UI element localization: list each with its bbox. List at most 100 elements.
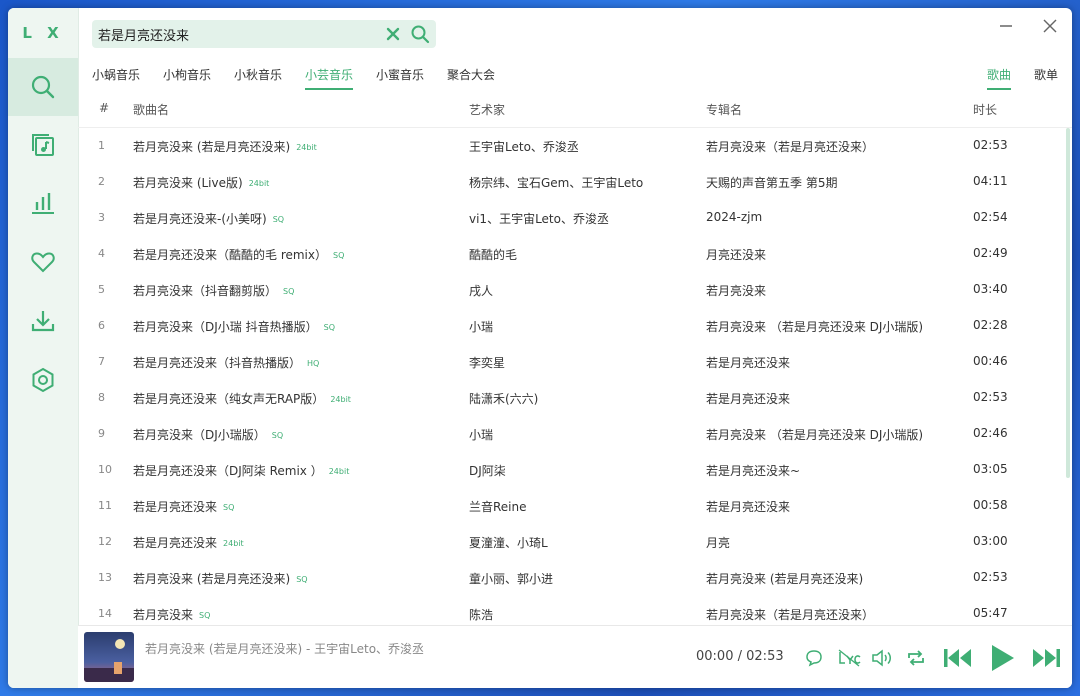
song-row[interactable]: 11 若是月亮还没来 SQ 兰音Reine 若是月亮还没来 00:58 xyxy=(78,488,1064,524)
heart-icon xyxy=(31,252,55,273)
song-album: 月亮还没来 xyxy=(706,248,767,262)
quality-badge: SQ xyxy=(199,611,211,620)
song-album: 若是月亮还没来 xyxy=(706,500,791,514)
search-icon xyxy=(31,75,55,99)
song-list: 1 若月亮没来 (若是月亮还没来) 24bit 王宇宙Leto、乔浚丞 若月亮没来（若是… xyxy=(78,128,1064,625)
quality-badge: SQ xyxy=(323,323,335,332)
source-tab[interactable]: 小枸音乐 xyxy=(163,66,211,88)
song-row[interactable]: 1 若月亮没来 (若是月亮还没来) 24bit 王宇宙Leto、乔浚丞 若月亮没来（若是… xyxy=(78,128,1064,164)
song-index: 5 xyxy=(98,283,105,296)
song-duration: 02:53 xyxy=(973,390,1008,404)
close-button[interactable] xyxy=(1036,12,1064,40)
song-artist: 小瑞 xyxy=(469,428,494,442)
song-duration: 03:05 xyxy=(973,462,1008,476)
song-album: 2024-zjm xyxy=(706,210,763,224)
song-row[interactable]: 13 若月亮没来 (若是月亮还没来) SQ 童小丽、郭小进 若月亮没来 (若是月亮还没来… xyxy=(78,560,1064,596)
song-row[interactable]: 14 若月亮没来 SQ 陈浩 若月亮没来（若是月亮还没来） 05:47 xyxy=(78,596,1064,625)
song-name-cell: 若是月亮还没来（酷酷的毛 remix） SQ xyxy=(133,246,344,263)
album-cover[interactable] xyxy=(84,632,134,682)
volume-icon xyxy=(872,649,891,667)
song-index: 11 xyxy=(98,499,112,512)
song-name-cell: 若月亮没来（抖音翻剪版） SQ xyxy=(133,282,294,299)
nav-download[interactable] xyxy=(8,292,78,350)
previous-button[interactable] xyxy=(942,644,974,672)
song-index: 9 xyxy=(98,427,105,440)
clear-icon[interactable] xyxy=(384,25,402,43)
current-time: 00:00 xyxy=(696,649,734,664)
quality-badge: SQ xyxy=(223,503,235,512)
song-row[interactable]: 7 若是月亮还没来（抖音热播版） HQ 李奕星 若是月亮还没来 00:46 xyxy=(78,344,1064,380)
column-header-duration: 时长 xyxy=(973,103,998,117)
song-duration: 02:46 xyxy=(973,426,1008,440)
music-list-icon xyxy=(32,134,54,156)
search-box xyxy=(92,20,436,48)
app-logo: L X xyxy=(22,24,64,42)
song-duration: 02:54 xyxy=(973,210,1008,224)
song-row[interactable]: 9 若月亮没来（DJ小瑞版） SQ 小瑞 若月亮没来 （若是月亮还没来 DJ小瑞版) 02… xyxy=(78,416,1064,452)
nav-favorites[interactable] xyxy=(8,233,78,291)
song-duration: 00:46 xyxy=(973,354,1008,368)
song-row[interactable]: 10 若是月亮还没来（DJ阿柒 Remix ） 24bit DJ阿柒 若是月亮还没来~ 0… xyxy=(78,452,1064,488)
quality-badge: 24bit xyxy=(248,179,270,188)
song-duration: 05:47 xyxy=(973,606,1008,620)
volume-button[interactable] xyxy=(870,646,894,670)
type-tab-songs[interactable]: 歌曲 xyxy=(987,66,1012,90)
column-header-num: # xyxy=(99,101,110,115)
song-row[interactable]: 5 若月亮没来（抖音翻剪版） SQ 戌人 若月亮没来 03:40 xyxy=(78,272,1064,308)
minimize-button[interactable] xyxy=(992,12,1020,40)
song-name: 若是月亮还没来 xyxy=(133,536,218,550)
song-name: 若是月亮还没来 xyxy=(133,500,218,514)
song-row[interactable]: 6 若月亮没来（DJ小瑞 抖音热播版） SQ 小瑞 若月亮没来 （若是月亮还没来 DJ小… xyxy=(78,308,1064,344)
song-name: 若月亮没来 (Live版) xyxy=(133,176,243,190)
sidebar: L X xyxy=(8,8,79,688)
song-name: 若是月亮还没来（纯女声无RAP版） xyxy=(133,392,325,406)
lyric-toggle-button[interactable] xyxy=(836,646,862,670)
song-row[interactable]: 12 若是月亮还没来 24bit 夏潼潼、小琦L 月亮 03:00 xyxy=(78,524,1064,560)
song-name: 若月亮没来（DJ小瑞 抖音热播版） xyxy=(133,320,318,334)
scrollbar[interactable] xyxy=(1066,128,1070,478)
album-cover-art xyxy=(84,632,134,682)
play-button[interactable] xyxy=(986,642,1018,674)
song-name-cell: 若月亮没来（DJ小瑞版） SQ xyxy=(133,426,283,443)
nav-song-list[interactable] xyxy=(8,116,78,174)
download-icon xyxy=(31,311,55,332)
song-row[interactable]: 8 若是月亮还没来（纯女声无RAP版） 24bit 陆潇禾(六六) 若是月亮还没来 02:… xyxy=(78,380,1064,416)
type-tab-playlists[interactable]: 歌单 xyxy=(1034,66,1058,88)
song-duration: 00:58 xyxy=(973,498,1008,512)
player-bar: 若月亮没来 (若是月亮还没来) - 王宇宙Leto、乔浚丞 00:00 / 02… xyxy=(78,625,1072,688)
comment-button[interactable] xyxy=(802,646,826,670)
column-header-album: 专辑名 xyxy=(706,103,743,117)
source-tab[interactable]: 小秋音乐 xyxy=(234,66,282,88)
nav-search[interactable] xyxy=(8,58,78,116)
source-tab[interactable]: 小蜜音乐 xyxy=(376,66,424,88)
song-artist: 李奕星 xyxy=(469,356,506,370)
next-button[interactable] xyxy=(1030,644,1062,672)
song-row[interactable]: 3 若是月亮还没来-(小美呀) SQ vi1、王宇宙Leto、乔浚丞 2024-zjm 0… xyxy=(78,200,1064,236)
source-tab-active[interactable]: 小芸音乐 xyxy=(305,66,354,90)
leaderboard-icon xyxy=(32,193,54,214)
search-icon[interactable] xyxy=(410,24,430,44)
search-input[interactable] xyxy=(98,20,378,48)
source-tab[interactable]: 小蜗音乐 xyxy=(92,66,140,88)
song-name-cell: 若是月亮还没来 24bit xyxy=(133,534,244,551)
song-duration: 03:00 xyxy=(973,534,1008,548)
song-duration: 02:53 xyxy=(973,570,1008,584)
song-album: 若月亮没来 （若是月亮还没来 DJ小瑞版) xyxy=(706,320,924,334)
play-icon xyxy=(992,645,1014,671)
song-artist: 童小丽、郭小进 xyxy=(469,572,554,586)
song-album: 若月亮没来（若是月亮还没来） xyxy=(706,140,875,154)
song-artist: 夏潼潼、小琦L xyxy=(469,536,548,550)
song-index: 14 xyxy=(98,607,112,620)
nav-settings[interactable] xyxy=(8,351,78,409)
song-artist: 陈浩 xyxy=(469,608,494,622)
repeat-icon xyxy=(908,650,924,666)
nav-leaderboard[interactable] xyxy=(8,174,78,232)
source-tab[interactable]: 聚合大会 xyxy=(447,66,495,88)
song-index: 4 xyxy=(98,247,105,260)
quality-badge: SQ xyxy=(333,251,345,260)
minimize-icon xyxy=(1000,25,1012,27)
song-row[interactable]: 4 若是月亮还没来（酷酷的毛 remix） SQ 酷酷的毛 月亮还没来 02:49 xyxy=(78,236,1064,272)
repeat-mode-button[interactable] xyxy=(904,646,928,670)
song-artist: 戌人 xyxy=(469,284,494,298)
song-row[interactable]: 2 若月亮没来 (Live版) 24bit 杨宗纬、宝石Gem、王宇宙Leto 天赐的声… xyxy=(78,164,1064,200)
